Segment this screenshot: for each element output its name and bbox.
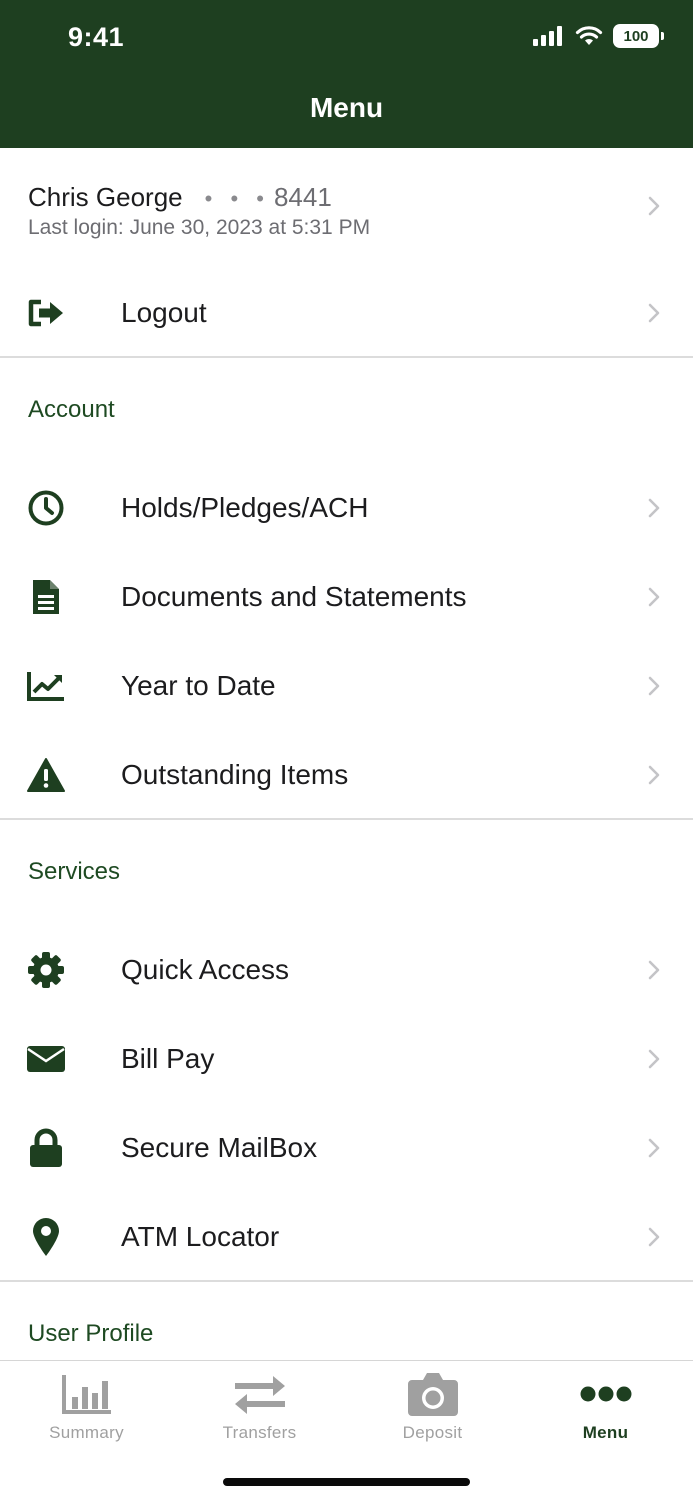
- warning-icon: [26, 755, 66, 795]
- tab-deposit[interactable]: Deposit: [346, 1369, 519, 1449]
- wifi-icon: [575, 26, 603, 45]
- more-dots-icon: [580, 1369, 632, 1419]
- chevron-right-icon: [648, 1049, 660, 1068]
- user-account-row[interactable]: Chris George • • • 8441 Last login: June 3…: [0, 148, 693, 258]
- envelope-icon: [26, 1039, 66, 1079]
- section-title-account: Account: [28, 396, 115, 423]
- chevron-right-icon: [648, 498, 660, 517]
- menu-item-label: Year to Date: [121, 669, 276, 701]
- tab-transfers[interactable]: Transfers: [173, 1369, 346, 1449]
- tab-menu[interactable]: Menu: [519, 1369, 692, 1449]
- map-pin-icon: [26, 1217, 66, 1257]
- account-last4: 8441: [273, 182, 332, 212]
- chart-line-icon: [26, 666, 66, 706]
- menu-item-label: Quick Access: [121, 953, 290, 985]
- menu-item-label: Outstanding Items: [121, 758, 349, 790]
- menu-item-outstanding[interactable]: Outstanding Items: [0, 730, 693, 819]
- battery-level: 100: [623, 27, 649, 45]
- transfer-arrows-icon: [233, 1369, 287, 1419]
- tab-summary[interactable]: Summary: [0, 1369, 173, 1449]
- status-icons: 100: [533, 24, 664, 48]
- chevron-right-icon: [648, 1227, 660, 1246]
- clock-icon: [26, 488, 66, 528]
- tab-label: Summary: [49, 1423, 124, 1442]
- chevron-right-icon: [648, 1138, 660, 1157]
- menu-item-holds[interactable]: Holds/Pledges/ACH: [0, 463, 693, 552]
- chevron-right-icon: [648, 676, 660, 695]
- status-time: 9:41: [68, 22, 125, 52]
- tab-label: Deposit: [402, 1423, 463, 1442]
- tab-label: Transfers: [222, 1423, 297, 1442]
- home-indicator: [223, 1478, 470, 1486]
- logout-label: Logout: [121, 296, 207, 328]
- divider: [0, 1280, 693, 1282]
- signal-icon: [533, 26, 562, 46]
- bar-chart-icon: [61, 1369, 113, 1419]
- lock-icon: [26, 1128, 66, 1168]
- menu-item-label: Holds/Pledges/ACH: [121, 491, 369, 523]
- chevron-right-icon: [648, 960, 660, 979]
- section-title-services: Services: [28, 858, 121, 885]
- document-icon: [26, 577, 66, 617]
- menu-item-label: Bill Pay: [121, 1042, 215, 1074]
- last-login: Last login: June 30, 2023 at 5:31 PM: [28, 216, 371, 239]
- battery-icon: 100: [613, 24, 664, 48]
- chevron-right-icon: [648, 587, 660, 606]
- menu-item-label: ATM Locator: [121, 1220, 280, 1252]
- chevron-right-icon: [648, 196, 660, 216]
- app-header: 9:41 100 Menu: [0, 0, 693, 148]
- chevron-right-icon: [648, 765, 660, 784]
- menu-item-year-to-date[interactable]: Year to Date: [0, 641, 693, 730]
- logout-icon: [26, 293, 66, 333]
- page-title: Menu: [309, 92, 384, 123]
- menu-item-documents[interactable]: Documents and Statements: [0, 552, 693, 641]
- divider: [0, 818, 693, 820]
- tab-label: Menu: [582, 1423, 629, 1442]
- menu-item-quick-access[interactable]: Quick Access: [0, 925, 693, 1014]
- menu-item-label: Documents and Statements: [121, 580, 467, 612]
- divider: [0, 356, 693, 358]
- gear-icon: [26, 950, 66, 990]
- camera-icon: [407, 1369, 459, 1419]
- menu-item-atm-locator[interactable]: ATM Locator: [0, 1192, 693, 1281]
- menu-item-bill-pay[interactable]: Bill Pay: [0, 1014, 693, 1103]
- user-name: Chris George: [28, 182, 183, 212]
- section-title-user-profile: User Profile: [28, 1320, 154, 1347]
- masked-dots: • • •: [204, 186, 270, 211]
- menu-item-label: Secure MailBox: [121, 1131, 318, 1163]
- menu-item-secure-mailbox[interactable]: Secure MailBox: [0, 1103, 693, 1192]
- chevron-right-icon: [648, 303, 660, 322]
- user-name-line: Chris George • • • 8441: [28, 182, 332, 213]
- logout-row[interactable]: Logout: [0, 268, 693, 357]
